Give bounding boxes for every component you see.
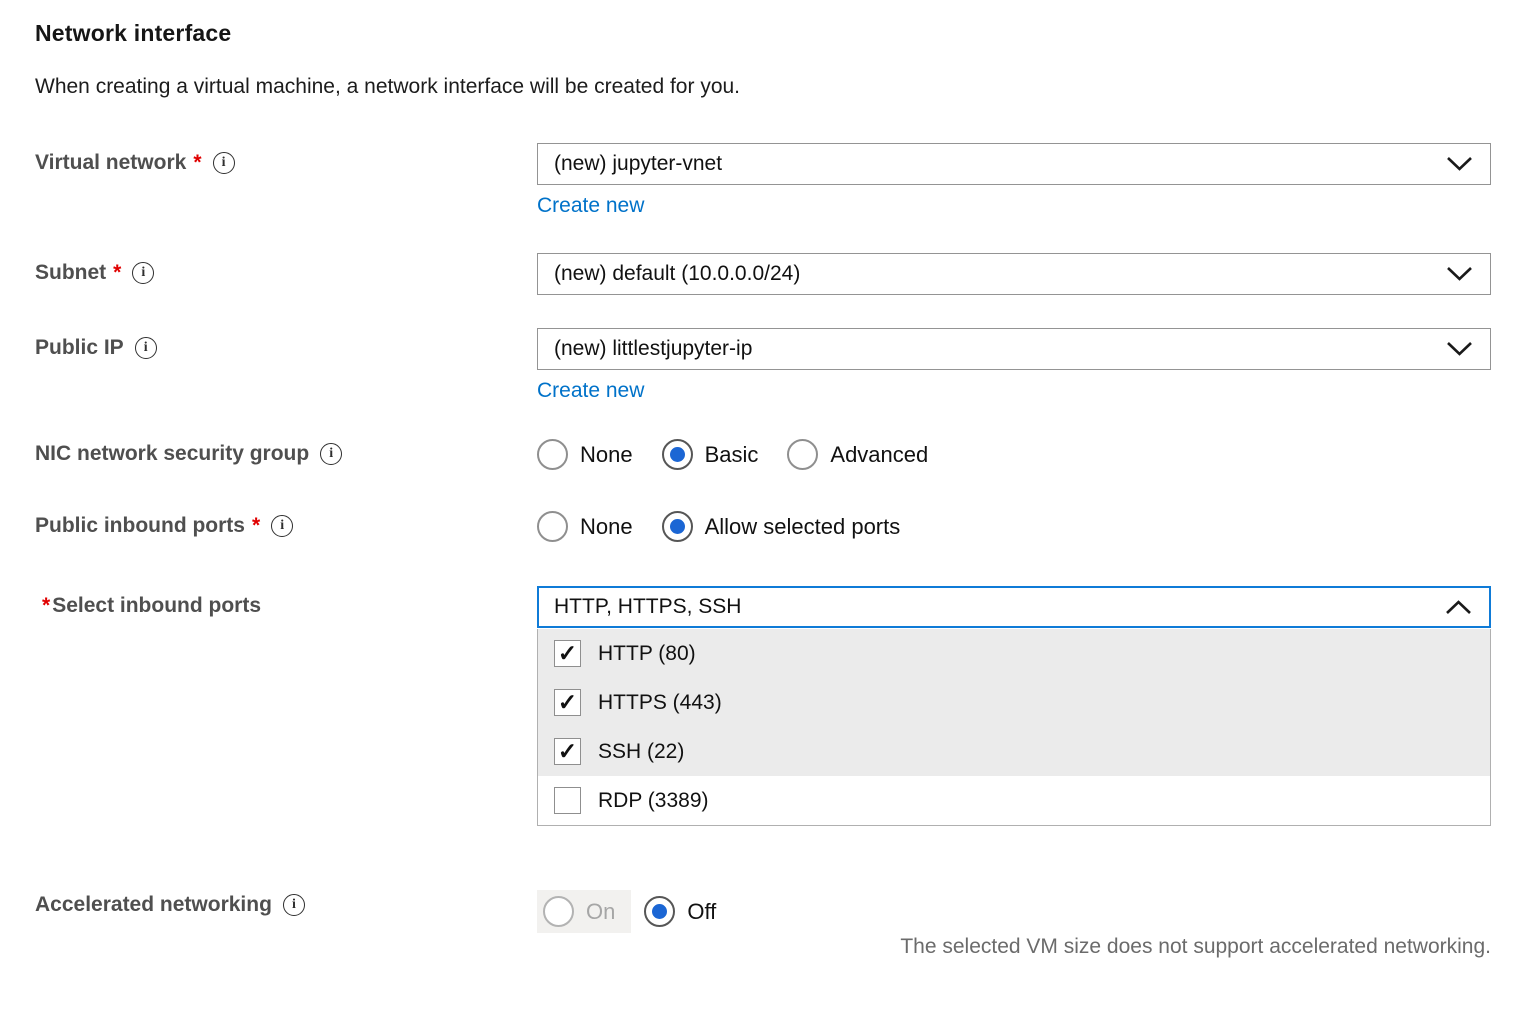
radio-label: None bbox=[580, 442, 633, 468]
accelerated-networking-label-text: Accelerated networking bbox=[35, 893, 272, 917]
radio-icon[interactable] bbox=[787, 439, 818, 470]
port-option-https[interactable]: ✓ HTTPS (443) bbox=[538, 678, 1490, 727]
public-inbound-ports-radio-group: None Allow selected ports bbox=[537, 511, 1491, 542]
network-interface-section: Network interface When creating a virtua… bbox=[0, 0, 1532, 959]
checkbox-icon[interactable]: ✓ bbox=[554, 689, 581, 716]
radio-label: Basic bbox=[705, 442, 759, 468]
radio-selected-icon[interactable] bbox=[644, 896, 675, 927]
create-new-public-ip-link[interactable]: Create new bbox=[537, 379, 644, 403]
radio-option-none[interactable]: None bbox=[537, 511, 633, 542]
info-icon[interactable]: i bbox=[132, 262, 154, 284]
radio-label: Off bbox=[687, 899, 716, 925]
radio-label: Advanced bbox=[830, 442, 928, 468]
section-description: When creating a virtual machine, a netwo… bbox=[35, 75, 1491, 99]
radio-disabled-icon bbox=[543, 896, 574, 927]
subnet-label: Subnet * i bbox=[35, 253, 537, 285]
checkbox-icon[interactable]: ✓ bbox=[554, 738, 581, 765]
info-icon[interactable]: i bbox=[320, 443, 342, 465]
required-asterisk: * bbox=[193, 151, 201, 175]
radio-option-off[interactable]: Off bbox=[644, 896, 716, 927]
virtual-network-label-text: Virtual network bbox=[35, 151, 186, 175]
chevron-down-icon[interactable] bbox=[1446, 341, 1473, 357]
radio-label: Allow selected ports bbox=[705, 514, 901, 540]
public-ip-label: Public IP i bbox=[35, 328, 537, 360]
select-inbound-ports-value: HTTP, HTTPS, SSH bbox=[554, 595, 741, 619]
inbound-ports-dropdown-list: ✓ HTTP (80) ✓ HTTPS (443) ✓ SSH (22) RDP… bbox=[537, 629, 1491, 826]
checkbox-icon[interactable] bbox=[554, 787, 581, 814]
radio-icon[interactable] bbox=[537, 439, 568, 470]
virtual-network-row: Virtual network * i (new) jupyter-vnet C… bbox=[35, 143, 1491, 218]
create-new-vnet-link[interactable]: Create new bbox=[537, 194, 644, 218]
public-inbound-ports-row: Public inbound ports * i None Allow sele… bbox=[35, 511, 1491, 542]
select-inbound-ports-row: * Select inbound ports HTTP, HTTPS, SSH … bbox=[35, 586, 1491, 826]
radio-option-advanced[interactable]: Advanced bbox=[787, 439, 928, 470]
subnet-value: (new) default (10.0.0.0/24) bbox=[554, 262, 800, 286]
required-asterisk: * bbox=[42, 594, 50, 618]
radio-option-none[interactable]: None bbox=[537, 439, 633, 470]
public-ip-value: (new) littlestjupyter-ip bbox=[554, 337, 752, 361]
public-ip-label-text: Public IP bbox=[35, 336, 124, 360]
subnet-select[interactable]: (new) default (10.0.0.0/24) bbox=[537, 253, 1491, 295]
required-asterisk: * bbox=[113, 261, 121, 285]
port-option-label: RDP (3389) bbox=[598, 789, 709, 813]
required-asterisk: * bbox=[252, 514, 260, 538]
select-inbound-ports-label-text: Select inbound ports bbox=[52, 594, 261, 618]
checkbox-icon[interactable]: ✓ bbox=[554, 640, 581, 667]
radio-label: On bbox=[586, 899, 615, 925]
radio-selected-icon[interactable] bbox=[662, 511, 693, 542]
accelerated-networking-label: Accelerated networking i bbox=[35, 890, 537, 917]
chevron-up-icon[interactable] bbox=[1445, 599, 1472, 615]
virtual-network-select[interactable]: (new) jupyter-vnet bbox=[537, 143, 1491, 185]
public-ip-select[interactable]: (new) littlestjupyter-ip bbox=[537, 328, 1491, 370]
info-icon[interactable]: i bbox=[213, 152, 235, 174]
subnet-label-text: Subnet bbox=[35, 261, 106, 285]
nic-nsg-radio-group: None Basic Advanced bbox=[537, 439, 1491, 470]
page-title: Network interface bbox=[35, 20, 1491, 47]
info-icon[interactable]: i bbox=[135, 337, 157, 359]
virtual-network-label: Virtual network * i bbox=[35, 143, 537, 175]
nic-nsg-label-text: NIC network security group bbox=[35, 442, 309, 466]
port-option-label: SSH (22) bbox=[598, 740, 684, 764]
port-option-rdp[interactable]: RDP (3389) bbox=[538, 776, 1490, 825]
nic-nsg-row: NIC network security group i None Basic … bbox=[35, 439, 1491, 470]
info-icon[interactable]: i bbox=[283, 894, 305, 916]
port-option-ssh[interactable]: ✓ SSH (22) bbox=[538, 727, 1490, 776]
accelerated-networking-note: The selected VM size does not support ac… bbox=[35, 935, 1491, 959]
virtual-network-value: (new) jupyter-vnet bbox=[554, 152, 722, 176]
public-ip-row: Public IP i (new) littlestjupyter-ip Cre… bbox=[35, 328, 1491, 403]
subnet-row: Subnet * i (new) default (10.0.0.0/24) bbox=[35, 253, 1491, 295]
radio-selected-icon[interactable] bbox=[662, 439, 693, 470]
nic-nsg-label: NIC network security group i bbox=[35, 439, 537, 466]
port-option-label: HTTPS (443) bbox=[598, 691, 722, 715]
radio-option-on-disabled: On bbox=[537, 890, 631, 933]
radio-option-allow-selected-ports[interactable]: Allow selected ports bbox=[662, 511, 901, 542]
public-inbound-ports-label-text: Public inbound ports bbox=[35, 514, 245, 538]
radio-option-basic[interactable]: Basic bbox=[662, 439, 759, 470]
port-option-http[interactable]: ✓ HTTP (80) bbox=[538, 629, 1490, 678]
select-inbound-ports-input[interactable]: HTTP, HTTPS, SSH bbox=[537, 586, 1491, 628]
info-icon[interactable]: i bbox=[271, 515, 293, 537]
public-inbound-ports-label: Public inbound ports * i bbox=[35, 511, 537, 538]
port-option-label: HTTP (80) bbox=[598, 642, 696, 666]
radio-icon[interactable] bbox=[537, 511, 568, 542]
select-inbound-ports-label: * Select inbound ports bbox=[35, 586, 537, 618]
accelerated-networking-row: Accelerated networking i On Off bbox=[35, 890, 1491, 933]
chevron-down-icon[interactable] bbox=[1446, 156, 1473, 172]
chevron-down-icon[interactable] bbox=[1446, 266, 1473, 282]
radio-label: None bbox=[580, 514, 633, 540]
accelerated-networking-radio-group: On Off bbox=[537, 890, 1491, 933]
